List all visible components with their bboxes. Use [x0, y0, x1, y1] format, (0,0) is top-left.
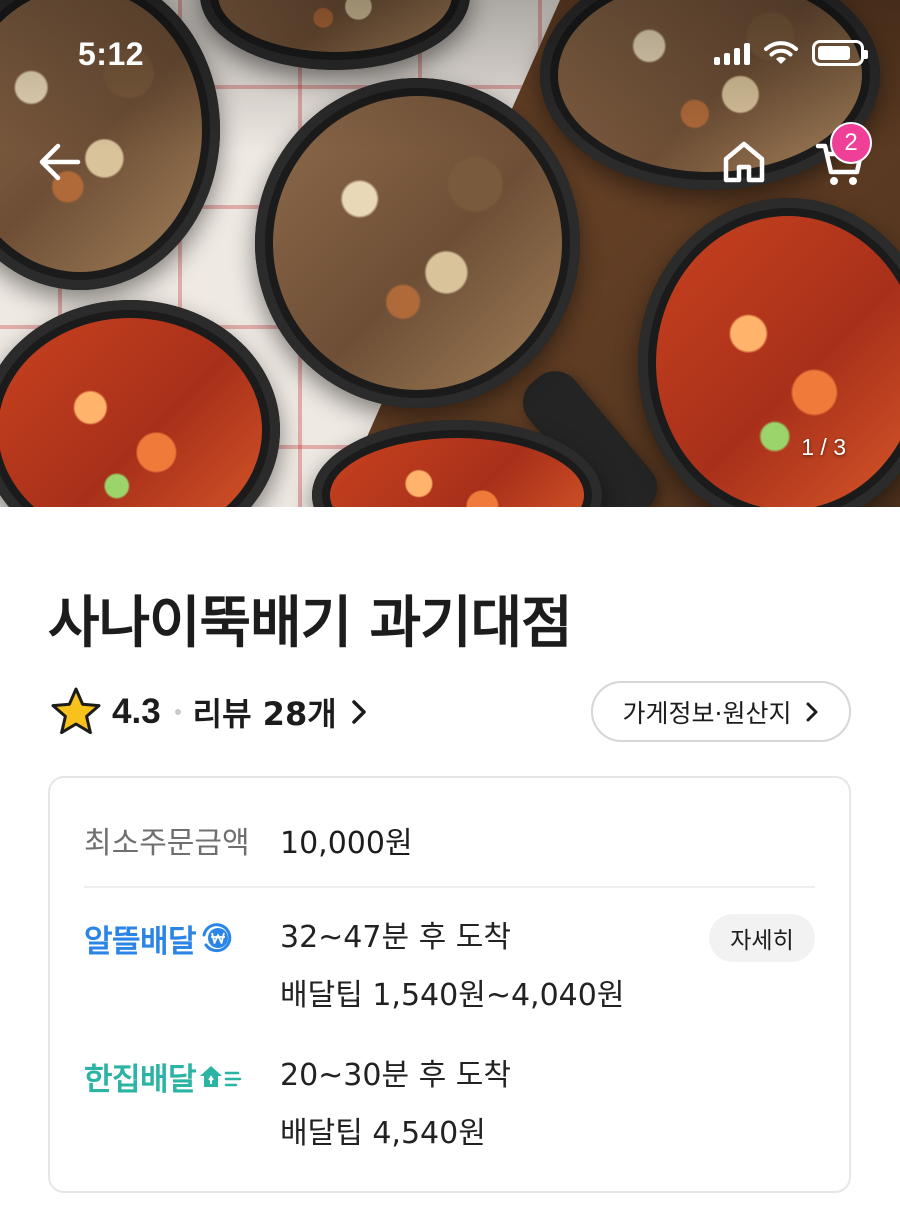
store-photo-carousel[interactable]: 5:12 2 1 / 3 [0, 0, 900, 507]
status-time: 5:12 [78, 36, 145, 72]
home-icon [723, 141, 765, 183]
delivery-option-saver: 알뜰배달 32~47분 후 도착 배달팁 1,540원~4,040원 [84, 916, 624, 1025]
store-name: 사나이뚝배기 과기대점 [48, 591, 573, 656]
order-info-card: 최소주문금액 10,000원 알뜰배달 32~47분 후 도착 배달팁 1,54… [48, 776, 851, 1193]
star-icon [51, 687, 101, 735]
signal-icon [714, 41, 750, 65]
won-coin-icon [202, 923, 232, 953]
store-info-button[interactable]: 가게정보·원산지 [591, 681, 851, 742]
saver-delivery-time: 32~47분 후 도착 [280, 920, 511, 955]
back-button[interactable] [30, 132, 90, 192]
status-icons [714, 40, 868, 66]
house-speed-icon [200, 1066, 242, 1087]
chevron-right-icon [351, 700, 366, 724]
min-order-label: 최소주문금액 [84, 826, 250, 861]
separator-dot [174, 709, 181, 715]
divider [84, 886, 815, 888]
battery-icon [812, 40, 868, 66]
reviews-label: 리뷰 28개 [192, 695, 337, 733]
delivery-option-single: 한집배달 20~30분 후 도착 배달팁 4,540원 [84, 1054, 511, 1163]
wifi-icon [764, 41, 798, 64]
saver-delivery-logo: 알뜰배달 [84, 916, 280, 960]
rating-value: 4.3 [112, 692, 161, 731]
home-button[interactable] [714, 132, 774, 192]
reviews-link[interactable]: 리뷰 28개 [193, 689, 367, 735]
saver-delivery-tip: 배달팁 1,540원~4,040원 [280, 978, 625, 1013]
single-delivery-tip: 배달팁 4,540원 [280, 1116, 486, 1151]
single-delivery-logo: 한집배달 [84, 1054, 280, 1098]
back-arrow-icon [39, 143, 81, 181]
cart-count-badge: 2 [830, 122, 872, 164]
store-info-label: 가게정보·원산지 [622, 698, 792, 728]
cart-button[interactable]: 2 [810, 122, 872, 194]
single-delivery-time: 20~30분 후 도착 [280, 1058, 511, 1093]
chevron-right-icon [806, 702, 818, 721]
rating-row: 4.3 리뷰 28개 [50, 682, 367, 742]
detail-button[interactable]: 자세히 [709, 914, 815, 962]
min-order-value: 10,000원 [280, 826, 413, 861]
min-order-row: 최소주문금액 10,000원 [84, 818, 413, 862]
image-counter: 1 / 3 [801, 434, 846, 460]
